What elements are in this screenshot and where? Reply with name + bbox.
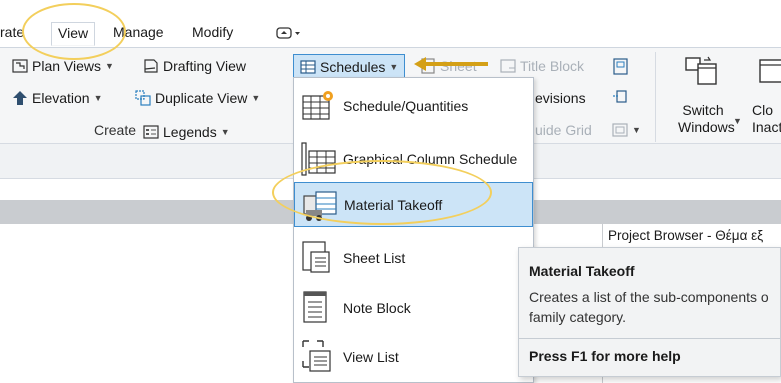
ribbon-tab-bar: rate View Manage Modify xyxy=(0,20,781,48)
title-block-icon xyxy=(500,59,516,73)
create-group-label: Create xyxy=(94,122,137,138)
viewports-icon[interactable] xyxy=(612,58,630,79)
tab-modify[interactable]: Modify xyxy=(192,24,233,40)
sheet-list-icon xyxy=(302,241,330,273)
schedules-dropdown-menu: Schedule/Quantities Graphical Column Sch… xyxy=(293,77,534,383)
legends-label: Legends xyxy=(163,124,217,140)
chevron-down-icon: ▼ xyxy=(251,93,261,103)
close-inactive-label-line1: Clo xyxy=(752,102,774,118)
chevron-down-icon: ▼ xyxy=(733,116,742,126)
tab-create-partial[interactable]: rate xyxy=(0,24,24,40)
drafting-view-button[interactable]: Drafting View xyxy=(143,58,246,74)
close-inactive-label-line2: Inact xyxy=(752,119,781,135)
elevation-label: Elevation xyxy=(32,90,90,106)
note-block-icon xyxy=(303,291,327,323)
switch-windows-label-line2: Windows xyxy=(678,119,735,135)
duplicate-view-label: Duplicate View xyxy=(155,90,248,106)
menu-item-label: Sheet List xyxy=(343,250,406,266)
window-dropdown-icon[interactable] xyxy=(276,26,302,43)
close-inactive-button[interactable]: Clo Inact xyxy=(750,54,781,138)
chevron-down-icon: ▼ xyxy=(632,125,641,135)
drafting-view-icon xyxy=(144,59,158,73)
chevron-down-icon: ▼ xyxy=(93,93,103,103)
plan-views-label: Plan Views xyxy=(32,58,102,74)
revisions-label: evisions xyxy=(535,90,586,106)
tooltip-description: Creates a list of the sub-components o f… xyxy=(529,289,769,325)
close-inactive-icon xyxy=(759,59,781,83)
switch-windows-icon xyxy=(685,56,717,85)
menu-item-label: Graphical Column Schedule xyxy=(343,151,518,167)
menu-item-label: Note Block xyxy=(343,300,411,316)
menu-item-schedule-quantities[interactable]: Schedule/Quantities xyxy=(294,84,533,128)
legends-icon xyxy=(143,125,159,139)
elevation-icon xyxy=(13,91,27,105)
view-reference-icon xyxy=(612,123,628,137)
tooltip-title: Material Takeoff xyxy=(529,263,635,279)
tab-view[interactable]: View xyxy=(51,22,96,46)
menu-item-label: Schedule/Quantities xyxy=(343,98,469,114)
schedules-icon xyxy=(300,60,316,74)
switch-windows-label-line1: Switch xyxy=(682,102,724,118)
schedules-label: Schedules xyxy=(320,59,386,75)
group-divider xyxy=(655,52,656,142)
chevron-down-icon: ▼ xyxy=(389,62,399,72)
guide-grid-label: uide Grid xyxy=(535,122,592,138)
elevation-button[interactable]: Elevation ▼ xyxy=(12,90,103,106)
menu-item-label: Material Takeoff xyxy=(344,196,443,213)
view-reference-button[interactable]: ▼ xyxy=(612,122,641,138)
tab-manage[interactable]: Manage xyxy=(113,24,164,40)
schedule-quantities-icon xyxy=(302,91,333,120)
view-list-icon xyxy=(302,340,331,372)
guide-grid-button[interactable]: uide Grid xyxy=(535,122,592,138)
plan-views-button[interactable]: Plan Views ▼ xyxy=(12,58,114,74)
matchline-icon[interactable] xyxy=(612,88,630,109)
title-block-button[interactable]: Title Block xyxy=(500,58,584,74)
legends-button[interactable]: Legends ▼ xyxy=(143,124,230,140)
chevron-down-icon: ▼ xyxy=(220,127,230,137)
menu-item-view-list[interactable]: View List xyxy=(294,335,533,379)
menu-item-note-block[interactable]: Note Block xyxy=(294,286,533,330)
annotation-arrow-icon xyxy=(414,57,488,71)
graphical-column-schedule-icon xyxy=(301,142,336,176)
chevron-down-icon: ▼ xyxy=(105,61,114,71)
project-browser-title: Project Browser - Θέμα εξ xyxy=(608,228,764,243)
title-block-label: Title Block xyxy=(520,58,585,74)
menu-item-graphical-column-schedule[interactable]: Graphical Column Schedule xyxy=(294,136,533,182)
switch-windows-button[interactable]: Switch Windows ▼ xyxy=(678,54,742,138)
tooltip-help-hint: Press F1 for more help xyxy=(529,348,681,364)
revisions-button[interactable]: evisions xyxy=(535,90,586,106)
duplicate-view-button[interactable]: Duplicate View ▼ xyxy=(135,90,260,106)
menu-item-label: View List xyxy=(343,349,399,365)
tooltip-divider xyxy=(519,338,781,339)
material-takeoff-icon xyxy=(303,190,337,221)
material-takeoff-tooltip: Material Takeoff Creates a list of the s… xyxy=(518,247,781,377)
menu-item-material-takeoff[interactable]: Material Takeoff xyxy=(294,182,533,227)
menu-item-sheet-list[interactable]: Sheet List xyxy=(294,236,533,280)
drafting-view-label: Drafting View xyxy=(163,58,247,74)
plan-views-icon xyxy=(12,59,28,73)
duplicate-view-icon xyxy=(135,90,151,106)
